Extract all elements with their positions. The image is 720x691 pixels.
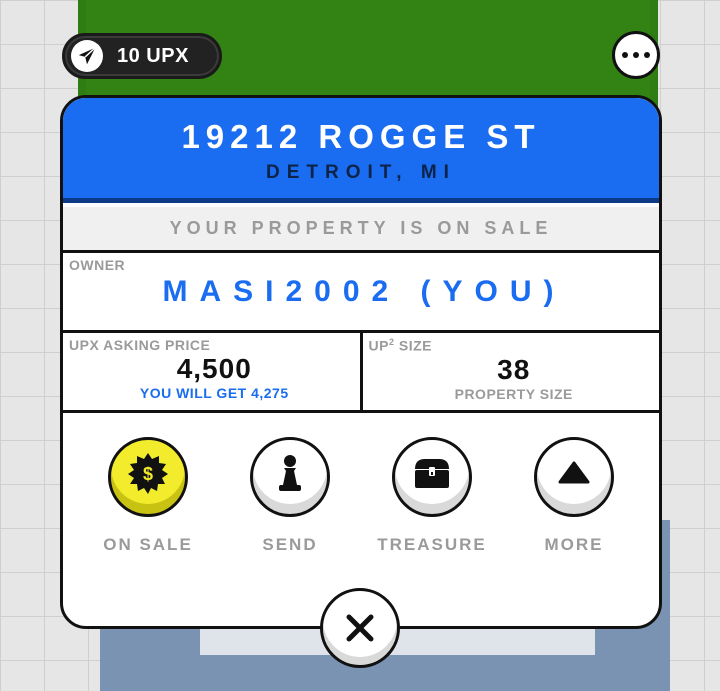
on-sale-button[interactable]: $ (108, 437, 188, 517)
size-label: UP2 SIZE (368, 337, 432, 354)
asking-price-label: UPX ASKING PRICE (69, 337, 211, 353)
owner-section: OWNER MASI2002 (YOU) (63, 253, 659, 333)
size-value: 38 (497, 353, 531, 385)
asking-price-value: 4,500 (176, 353, 252, 384)
asking-price-section: UPX ASKING PRICE 4,500 YOU WILL GET 4,27… (63, 333, 360, 410)
send-button[interactable] (250, 437, 330, 517)
stats-row: UPX ASKING PRICE 4,500 YOU WILL GET 4,27… (63, 333, 659, 413)
close-icon (346, 614, 374, 642)
you-will-get-text: YOU WILL GET 4,275 (139, 385, 289, 401)
property-card: 19212 ROGGE ST DETROIT, MI YOUR PROPERTY… (60, 95, 662, 629)
action-row: $ ON SALE SEND TREASURE MORE (63, 413, 659, 555)
treasure-label: TREASURE (377, 535, 487, 554)
paper-plane-icon (71, 40, 103, 72)
property-city: DETROIT, MI (266, 162, 456, 183)
action-send[interactable]: SEND (225, 437, 355, 555)
property-header: 19212 ROGGE ST DETROIT, MI (63, 98, 659, 203)
on-sale-label: ON SALE (103, 535, 193, 554)
treasure-button[interactable] (392, 437, 472, 517)
upx-balance-pill[interactable]: 10 UPX (62, 33, 222, 79)
size-sub-label: PROPERTY SIZE (454, 385, 573, 402)
treasure-chest-icon (415, 459, 449, 488)
svg-text:$: $ (143, 464, 153, 484)
property-address: 19212 ROGGE ST (181, 118, 541, 155)
owner-label: OWNER (69, 257, 126, 273)
action-more[interactable]: MORE (509, 437, 639, 555)
more-options-button[interactable] (612, 31, 660, 79)
pawn-icon (279, 455, 301, 491)
sale-status-bar: YOUR PROPERTY IS ON SALE (63, 203, 659, 253)
more-dots-icon (622, 52, 628, 58)
action-on-sale[interactable]: $ ON SALE (83, 437, 213, 555)
owner-name[interactable]: MASI2002 (YOU) (69, 275, 659, 309)
upx-balance-label: 10 UPX (117, 44, 189, 67)
dollar-badge-icon: $ (128, 453, 168, 494)
close-button[interactable] (320, 588, 400, 668)
more-button[interactable] (534, 437, 614, 517)
more-label: MORE (544, 535, 604, 554)
action-treasure[interactable]: TREASURE (367, 437, 497, 555)
size-section: UP2 SIZE 38 PROPERTY SIZE (359, 333, 660, 410)
send-label: SEND (262, 535, 318, 554)
triangle-up-icon (558, 461, 590, 484)
